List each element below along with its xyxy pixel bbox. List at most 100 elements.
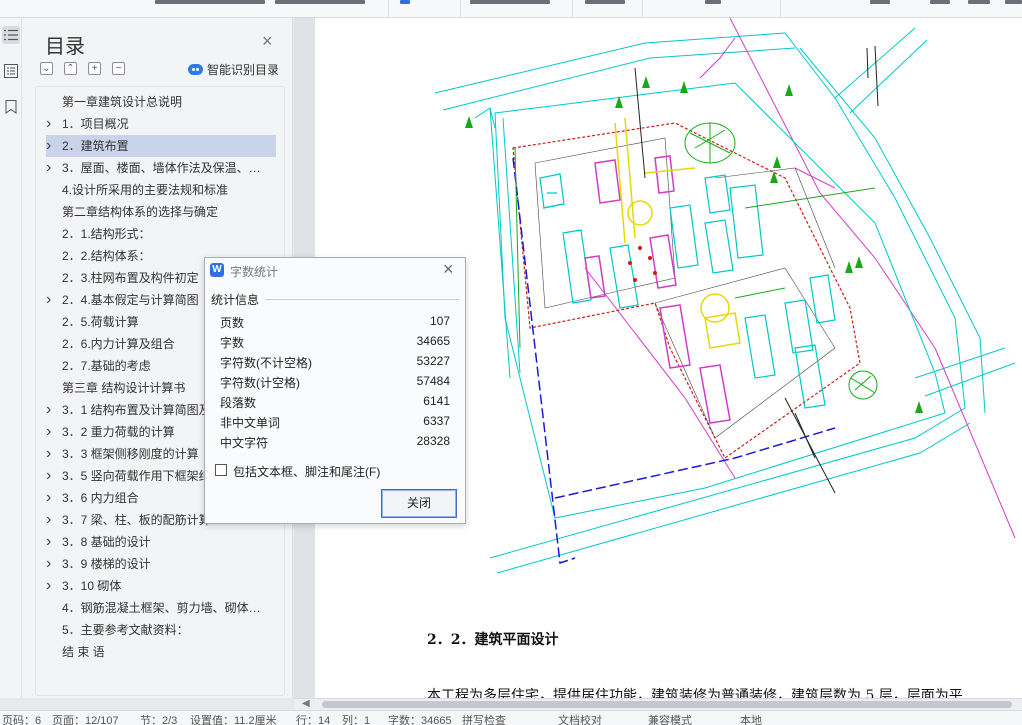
include-textbox-checkbox[interactable] — [215, 464, 227, 476]
group-divider — [265, 299, 459, 300]
toc-item-label: 2．3.柱网布置及构件初定 — [62, 271, 199, 285]
toolbar-text-fragment — [275, 0, 365, 4]
toolbar-text-fragment — [470, 0, 550, 4]
stat-row: 非中文单词 6337 — [220, 414, 450, 434]
toc-item-label: 2．4.基本假定与计算简图 — [62, 293, 199, 307]
close-icon[interactable]: × — [262, 32, 273, 50]
toc-item-label: 2．5.荷载计算 — [62, 315, 139, 329]
toc-item-label: 3．8 基础的设计 — [62, 535, 151, 549]
stat-label: 段落数 — [220, 396, 257, 410]
toc-item-label: 2．7.基础的考虑 — [62, 359, 151, 373]
toolbar-icon[interactable] — [930, 0, 950, 4]
status-bar: 页码：6 页面：12/107 节：2/3 设置值：11.2厘米 行：14 列：1 字数：34… — [0, 710, 1022, 725]
horizontal-scrollbar[interactable]: ◀ — [294, 698, 1022, 710]
smart-recognize-icon — [188, 64, 203, 75]
scroll-left-icon[interactable]: ◀ — [302, 698, 310, 709]
chevron-right-icon[interactable]: › — [46, 531, 51, 553]
add-heading-icon[interactable]: + — [88, 62, 101, 75]
expand-up-icon[interactable]: ⌃ — [64, 62, 77, 75]
chevron-right-icon[interactable]: › — [46, 113, 51, 135]
status-item[interactable]: 字数：34665 — [388, 712, 452, 725]
toolbar-icon[interactable] — [968, 0, 990, 4]
stat-value: 34665 — [416, 334, 450, 348]
chevron-right-icon[interactable]: › — [46, 421, 51, 443]
stat-row: 中文字符 28328 — [220, 434, 450, 454]
toolbar-divider — [780, 0, 781, 18]
stats-group-label: 统计信息 — [211, 293, 260, 307]
status-item[interactable]: 设置值：11.2厘米 — [190, 712, 277, 725]
toc-item[interactable]: 第二章结构体系的选择与确定 — [36, 201, 286, 223]
stat-value: 28328 — [416, 434, 450, 448]
scrollbar-thumb[interactable] — [322, 701, 1012, 708]
navigation-rail — [0, 18, 22, 698]
toc-item[interactable]: 结 束 语 — [36, 641, 286, 663]
include-textbox-label[interactable]: 包括文本框、脚注和尾注(F) — [233, 463, 380, 480]
remove-heading-icon[interactable]: − — [112, 62, 125, 75]
toc-item[interactable]: › 3．8 基础的设计 — [36, 531, 286, 553]
toolbar-text-fragment — [155, 0, 265, 4]
toolbar-icon[interactable] — [870, 0, 890, 4]
chevron-right-icon[interactable]: › — [46, 443, 51, 465]
toc-item-label: 第一章建筑设计总说明 — [62, 95, 183, 109]
toc-item[interactable]: › 2．建筑布置 — [46, 135, 276, 157]
toc-view-icon[interactable] — [2, 26, 20, 44]
toc-item[interactable]: › 3．10 砌体 — [36, 575, 286, 597]
toc-item-label: 2．6.内力计算及组合 — [62, 337, 175, 351]
chevron-right-icon[interactable]: › — [46, 157, 51, 179]
status-item[interactable]: 行：14 — [296, 712, 330, 725]
status-item[interactable]: 文档校对 — [558, 712, 602, 725]
chevron-right-icon[interactable]: › — [46, 289, 51, 311]
chevron-right-icon[interactable]: › — [46, 135, 51, 157]
toc-item[interactable]: 2．1.结构形式： — [36, 223, 286, 245]
stat-row: 页数 107 — [220, 314, 450, 334]
dialog-title: 字数统计 — [230, 265, 279, 279]
collapse-all-icon[interactable]: ⌄ — [40, 62, 53, 75]
chevron-right-icon[interactable]: › — [46, 553, 51, 575]
toc-item-label: 3．屋面、楼面、墙体作法及保温、… — [62, 161, 261, 175]
status-item[interactable]: 本地 — [740, 712, 762, 725]
toc-item[interactable]: 第一章建筑设计总说明 — [36, 91, 286, 113]
toc-item-label: 1．项目概况 — [62, 117, 129, 131]
toc-item-label: 3．3 框架侧移刚度的计算 — [62, 447, 199, 461]
toolbar-icon[interactable] — [400, 0, 410, 4]
status-item[interactable]: 页码：6 — [2, 712, 41, 725]
toc-item-label: 结 束 语 — [62, 645, 105, 659]
status-item[interactable]: 节：2/3 — [140, 712, 177, 725]
toc-item[interactable]: › 3．9 楼梯的设计 — [36, 553, 286, 575]
toc-title: 目录 — [45, 36, 85, 58]
bookmark-icon[interactable] — [2, 98, 20, 116]
stat-value: 6337 — [423, 414, 450, 428]
toc-item[interactable]: › 3．屋面、楼面、墙体作法及保温、… — [36, 157, 286, 179]
toc-item-label: 3．1 结构布置及计算简图及 — [62, 403, 211, 417]
chevron-right-icon[interactable]: › — [46, 487, 51, 509]
close-button[interactable]: 关闭 — [381, 489, 457, 518]
status-item[interactable]: 列：1 — [342, 712, 370, 725]
toolbar-divider — [460, 0, 461, 18]
toc-item[interactable]: 4.设计所采用的主要法规和标准 — [36, 179, 286, 201]
stat-value: 6141 — [423, 394, 450, 408]
toc-item[interactable]: 4．钢筋混凝土框架、剪力墙、砌体… — [36, 597, 286, 619]
dialog-titlebar[interactable]: W 字数统计 × — [205, 258, 465, 284]
toc-item-label: 2．1.结构形式： — [62, 227, 151, 241]
wps-logo-icon: W — [210, 263, 224, 277]
status-item[interactable]: 页面：12/107 — [52, 712, 119, 725]
dialog-close-icon[interactable]: × — [443, 260, 454, 278]
smart-recognize-button[interactable]: 智能识别目录 — [188, 61, 279, 78]
status-item[interactable]: 兼容模式 — [648, 712, 692, 725]
toc-item-label: 3．6 内力组合 — [62, 491, 139, 505]
stat-label: 字符数(不计空格) — [220, 356, 312, 370]
outline-list-icon[interactable] — [2, 62, 20, 80]
stat-label: 中文字符 — [220, 436, 269, 450]
toc-item-label: 第二章结构体系的选择与确定 — [62, 205, 219, 219]
toc-item-label: 2．建筑布置 — [62, 139, 129, 153]
chevron-right-icon[interactable]: › — [46, 465, 51, 487]
status-item[interactable]: 拼写检查 — [462, 712, 506, 725]
toolbar-icon[interactable] — [1005, 0, 1022, 4]
chevron-right-icon[interactable]: › — [46, 399, 51, 421]
stat-value: 53227 — [416, 354, 450, 368]
toc-item[interactable]: 5．主要参考文献资料： — [36, 619, 286, 641]
chevron-right-icon[interactable]: › — [46, 509, 51, 531]
toc-item-label: 3．7 梁、柱、板的配筋计算 — [62, 513, 211, 527]
toc-item[interactable]: › 1．项目概况 — [36, 113, 286, 135]
chevron-right-icon[interactable]: › — [46, 575, 51, 597]
